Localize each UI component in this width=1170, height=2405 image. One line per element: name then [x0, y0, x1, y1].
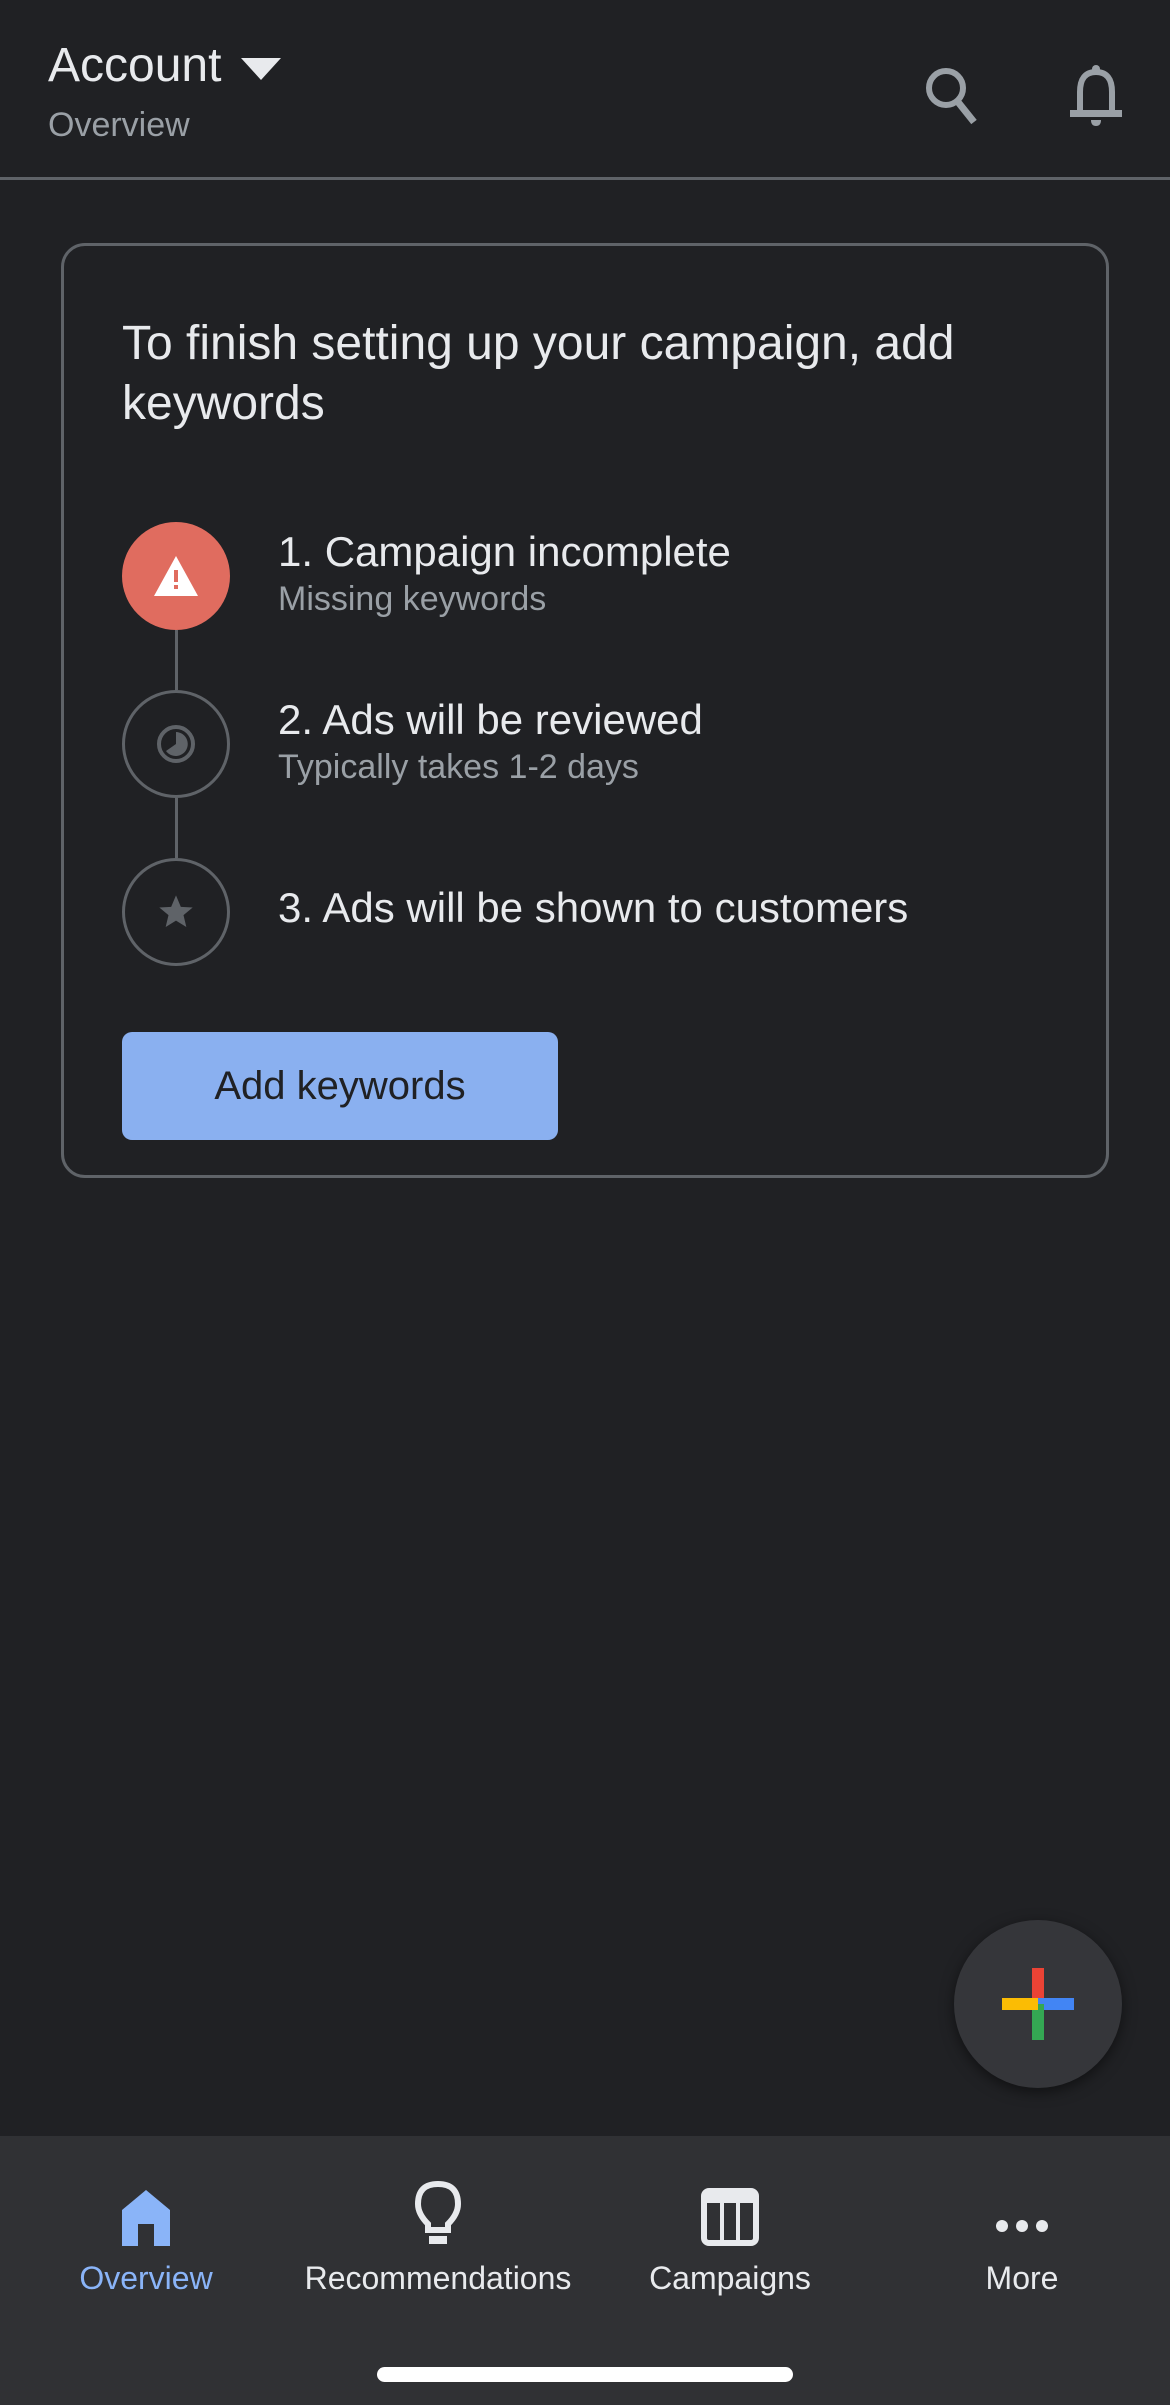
nav-item-overview[interactable]: Overview — [0, 2176, 292, 2297]
step-1-title: 1. Campaign incomplete — [278, 528, 731, 575]
bottom-navigation: Overview Recommendations Campaigns More — [0, 2136, 1170, 2405]
nav-item-recommendations[interactable]: Recommendations — [292, 2176, 584, 2297]
home-indicator[interactable] — [377, 2367, 793, 2382]
step-2-title: 2. Ads will be reviewed — [278, 696, 703, 743]
setup-card: To finish setting up your campaign, add … — [61, 243, 1109, 1178]
account-dropdown[interactable]: Account — [48, 38, 282, 93]
nav-label: Overview — [79, 2260, 213, 2296]
caret-down-icon — [241, 57, 282, 80]
nav-item-more[interactable]: More — [876, 2176, 1168, 2297]
table-icon — [701, 2188, 759, 2246]
page-subtitle: Overview — [48, 106, 190, 144]
lightbulb-icon — [414, 2180, 462, 2244]
bell-icon — [1070, 65, 1122, 126]
notifications-button[interactable] — [1064, 62, 1128, 134]
step-1-subtitle: Missing keywords — [278, 580, 547, 618]
search-button[interactable] — [920, 62, 984, 134]
create-fab[interactable] — [954, 1920, 1122, 2088]
step-2-status — [122, 690, 230, 798]
more-icon — [996, 2220, 1048, 2232]
step-connector — [175, 630, 178, 690]
account-label: Account — [48, 39, 222, 92]
search-icon — [926, 68, 977, 125]
app-header: Account Overview — [0, 0, 1170, 180]
step-3-title: 3. Ads will be shown to customers — [278, 884, 909, 931]
plus-icon — [1002, 1968, 1074, 2040]
star-icon — [159, 895, 193, 927]
nav-label: Campaigns — [649, 2260, 811, 2296]
clock-icon — [157, 725, 195, 763]
step-connector — [175, 798, 178, 858]
home-icon — [122, 2190, 170, 2246]
step-3-status — [122, 858, 230, 966]
card-title: To finish setting up your campaign, add … — [122, 317, 955, 430]
step-2-subtitle: Typically takes 1-2 days — [278, 748, 639, 786]
step-1-status — [122, 522, 230, 630]
nav-label: Recommendations — [304, 2260, 572, 2296]
nav-item-campaigns[interactable]: Campaigns — [584, 2176, 876, 2297]
nav-label: More — [985, 2260, 1059, 2296]
warning-icon — [154, 556, 198, 596]
add-keywords-button[interactable]: Add keywords — [122, 1032, 558, 1140]
